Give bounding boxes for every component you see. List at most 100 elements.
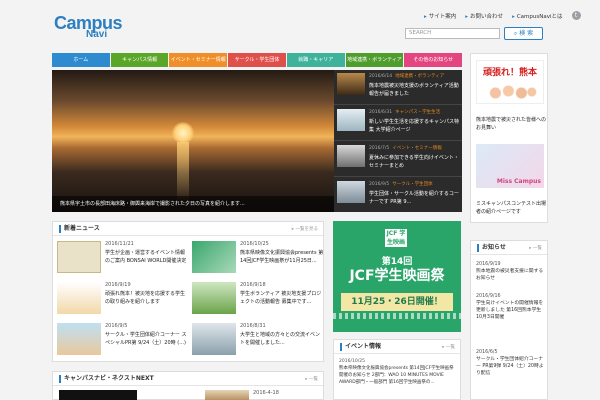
news-item[interactable]: 2016/9/19 頑張れ熊本！被災地を応援する学生の取り組みを紹介します — [55, 280, 190, 316]
top-utility-nav: サイト案内 お問い合わせ CampusNaviとは t — [424, 11, 581, 20]
right-info-panel: お知らせ ▸ 一覧 2016/9/19 熊本地震の被災者支援に関するお知らせ 2… — [470, 240, 548, 400]
search-button[interactable]: ⌕ 検 索 — [504, 27, 543, 40]
events-date: 2016/10/25 — [339, 359, 365, 364]
news-title: 頑張れ熊本！被災地を応援する学生の取り組みを紹介します — [105, 291, 186, 305]
kumamoto-banner-text: 頑張れ！熊本 — [482, 68, 537, 78]
info-title: サークル・学生団体紹介コーナー PR第9弾 9/24（土）20時より配信 — [476, 357, 544, 376]
news-more-link[interactable]: ▸ 一覧を見る — [292, 226, 318, 232]
featured-tag: キャンパス・学生生活 — [395, 110, 441, 115]
news-date: 2016/9/19 — [105, 282, 131, 288]
news-item[interactable]: 2016/10/25 熊本県映像文化振興協会presents 第14回JCF学生… — [190, 239, 325, 275]
featured-title: 学生団体・サークル活動を紹介するコーナーです PR第 9... — [369, 191, 459, 205]
next-thumb[interactable] — [59, 390, 137, 400]
featured-date: 2016/7/5 — [369, 146, 390, 151]
news-panel-title: 新着ニュース — [59, 225, 100, 233]
events-panel-title: イベント情報 — [340, 343, 381, 351]
jcf-film-strip — [333, 313, 461, 319]
featured-item[interactable]: 2016/9/5 サークル・学生団体 学生団体・サークル活動を紹介するコーナーです… — [334, 178, 462, 213]
news-title: 熊本県映像文化振興協会presents 第14回JCF学生映画祭が11月25日.… — [240, 250, 324, 264]
events-body[interactable]: 2016/10/25 熊本県映像文化振興協会presents 第14回JCF学生… — [339, 358, 457, 386]
events-panel-header: イベント情報 ▸ 一覧 — [334, 340, 460, 354]
news-thumb — [192, 282, 236, 314]
featured-date: 2016/6/14 — [369, 74, 393, 79]
jcf-logo: JCF 学生映画祭 — [385, 229, 407, 255]
site-logo[interactable]: Campus Navi — [54, 14, 123, 40]
nav-campus[interactable]: キャンパス情報 — [110, 53, 169, 67]
news-date: 2016/8/31 — [240, 323, 266, 329]
news-panel-header: 新着ニュース ▸ 一覧を見る — [53, 222, 323, 236]
hero-caption[interactable]: 熊本県宇土市の長部田海床路・御輿来海岸で撮影された夕日の写真を紹介します... — [52, 196, 334, 212]
right-info-more-link[interactable]: ▸ 一覧 — [529, 245, 542, 251]
news-thumb — [192, 241, 236, 273]
next-panel: キャンパスナビ・ネクストNEXT ▸ 一覧 2016-4-18 — [52, 371, 324, 400]
news-date: 2016/9/18 — [240, 282, 266, 288]
next-panel-title: キャンパスナビ・ネクストNEXT — [59, 375, 154, 383]
misscampus-caption[interactable]: ミスキャンパスコンテスト出場者の紹介ページです — [476, 200, 546, 216]
nav-career[interactable]: 就職・キャリア — [286, 53, 345, 67]
featured-tag: サークル・学生団体 — [392, 182, 433, 187]
featured-title: 夏休みに参加できる学生向けイベント・セミナーまとめ — [369, 155, 459, 169]
next-more-link[interactable]: ▸ 一覧 — [305, 376, 318, 382]
info-item[interactable]: 2016/6/5 サークル・学生団体紹介コーナー PR第9弾 9/24（土）20… — [476, 349, 546, 377]
news-title: 大学生と地域の方々との交流イベントを開催しました... — [240, 332, 320, 346]
hero-slider[interactable]: 熊本県宇土市の長部田海床路・御輿来海岸で撮影された夕日の写真を紹介します... — [52, 70, 334, 212]
info-item[interactable]: 2016/9/16 学生向けイベントの開催情報を更新しました 第16回熊本学生 … — [476, 293, 546, 321]
hero-sun — [172, 122, 194, 144]
info-date: 2016/9/16 — [476, 294, 501, 299]
topnav-contact[interactable]: お問い合わせ — [465, 12, 503, 20]
news-thumb — [192, 323, 236, 355]
news-item[interactable]: 2016/9/18 学生ボランティア 被災地支援プロジェクトの活動報告 募集中で… — [190, 280, 325, 316]
info-date: 2016/9/19 — [476, 262, 501, 267]
featured-tag: 地域連携・ボランティア — [395, 74, 445, 79]
events-text: 熊本県映像文化振興協会presents 第14回JCF学生映画祭開催のお知らせ … — [339, 366, 454, 385]
main-nav: ホーム キャンパス情報 イベント・セミナー情報 サークル・学生団体 就職・キャリ… — [52, 53, 463, 67]
topnav-about[interactable]: CampusNaviとは — [512, 12, 563, 20]
right-info-title: お知らせ — [477, 244, 506, 252]
misscampus-banner[interactable]: Miss Campus — [476, 144, 544, 188]
search-icon: ⌕ — [513, 30, 518, 37]
twitter-icon[interactable]: t — [571, 11, 581, 20]
news-item[interactable]: 2016/9/5 サークル・学生団体紹介コーナー スペシャルPR第 9/24（土… — [55, 321, 190, 357]
nav-circles[interactable]: サークル・学生団体 — [228, 53, 286, 67]
news-more-label: 一覧を見る — [295, 227, 319, 232]
events-more-link[interactable]: ▸ 一覧 — [442, 344, 455, 350]
featured-item[interactable]: 2016/6/14 地域連携・ボランティア 熊本地震被災地支援のボランティア活動報… — [334, 70, 462, 105]
news-thumb — [57, 323, 101, 355]
featured-item[interactable]: 2016/7/5 イベント・セミナー情報 夏休みに参加できる学生向けイベント・セミ… — [334, 142, 462, 177]
news-date: 2016/11/21 — [105, 241, 134, 247]
featured-thumb — [337, 181, 365, 203]
topnav-site-guide[interactable]: サイト案内 — [424, 12, 457, 20]
search-input[interactable]: SEARCH — [405, 28, 500, 39]
kumamoto-caption[interactable]: 熊本地震で被災された皆様へのお見舞い — [476, 116, 546, 132]
right-banner-box: 頑張れ！熊本 熊本地震で被災された皆様へのお見舞い Miss Campus ミス… — [470, 53, 548, 223]
nav-other[interactable]: その他のお知らせ — [404, 53, 463, 67]
jcf-line2: JCF学生映画祭 — [349, 268, 445, 284]
info-item[interactable]: 2016/9/19 熊本地震の被災者支援に関するお知らせ — [476, 261, 546, 282]
nav-events[interactable]: イベント・セミナー情報 — [169, 53, 228, 67]
next-thumb[interactable] — [205, 390, 249, 400]
nav-home[interactable]: ホーム — [52, 53, 110, 67]
news-title: サークル・学生団体紹介コーナー スペシャルPR第 9/24（土）20時 (...… — [105, 332, 187, 346]
news-item[interactable]: 2016/11/21 学生が企画・運営するイベント情報のご案内 BONSAI W… — [55, 239, 190, 275]
jcf-banner[interactable]: JCF 学生映画祭 第14回 JCF学生映画祭 11月25・26日開催！ — [333, 221, 461, 332]
news-title: 学生ボランティア 被災地支援プロジェクトの活動報告 募集中です... — [240, 291, 322, 305]
news-item[interactable]: 2016/8/31 大学生と地域の方々との交流イベントを開催しました... — [190, 321, 325, 357]
featured-tag: イベント・セミナー情報 — [392, 146, 442, 151]
hands-icon — [485, 81, 537, 101]
right-info-more-label: 一覧 — [533, 246, 542, 251]
kumamoto-banner[interactable]: 頑張れ！熊本 — [476, 60, 544, 104]
misscampus-banner-text: Miss Campus — [496, 178, 541, 185]
nav-community[interactable]: 地域連携・ボランティア — [345, 53, 404, 67]
info-title: 学生向けイベントの開催情報を更新しました 第16回熊本学生 10月3日開催 — [476, 301, 544, 320]
news-panel: 新着ニュース ▸ 一覧を見る 2016/11/21 学生が企画・運営するイベント… — [52, 221, 324, 362]
featured-item[interactable]: 2016/6/31 キャンパス・学生生活 新しい学生生活を応援するキャンパス特集 … — [334, 106, 462, 141]
featured-title: 熊本地震被災地支援のボランティア活動報告が届きました — [369, 83, 459, 97]
hero-reflection — [177, 142, 189, 202]
featured-date: 2016/9/5 — [369, 182, 390, 187]
featured-thumb — [337, 145, 365, 167]
featured-thumb — [337, 73, 365, 95]
info-date: 2016/6/5 — [476, 350, 498, 355]
featured-list: 2016/6/14 地域連携・ボランティア 熊本地震被災地支援のボランティア活動報… — [334, 70, 462, 212]
news-thumb — [57, 282, 101, 314]
next-panel-header: キャンパスナビ・ネクストNEXT ▸ 一覧 — [53, 372, 323, 386]
